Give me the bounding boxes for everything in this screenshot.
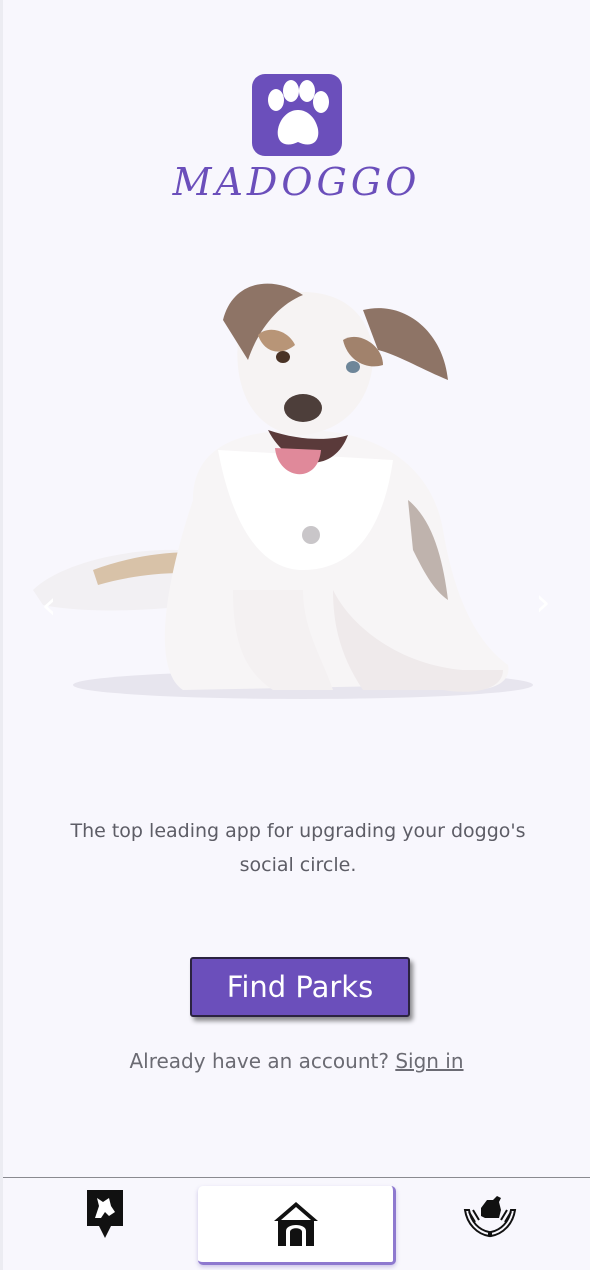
carousel-next-button[interactable]: ›	[530, 572, 556, 632]
brand-name: MADOGGO	[172, 160, 421, 204]
doghouse-icon	[273, 1202, 318, 1246]
hero-carousel[interactable]: ‹ ›	[3, 270, 590, 720]
hero-dog-image	[33, 283, 533, 699]
carousel-prev-button[interactable]: ‹	[36, 575, 62, 635]
dog-care-hands-icon	[463, 1196, 517, 1238]
bottom-tab-bar	[3, 1177, 590, 1270]
tab-home[interactable]	[198, 1186, 396, 1265]
paw-icon	[251, 74, 342, 156]
welcome-screen: MADOGGO ‹ › The top leading app for upgr…	[0, 0, 590, 1270]
find-parks-button[interactable]: Find Parks	[190, 957, 410, 1017]
signin-prompt: Already have an account? Sign in	[3, 1049, 590, 1073]
tab-dog-care[interactable]	[459, 1184, 521, 1246]
tagline: The top leading app for upgrading your d…	[70, 820, 526, 876]
tab-parks[interactable]	[75, 1184, 135, 1244]
signin-prompt-text: Already have an account?	[129, 1049, 389, 1073]
dog-park-pin-icon	[87, 1190, 123, 1238]
app-logo	[3, 74, 590, 156]
sign-in-link[interactable]: Sign in	[395, 1049, 463, 1073]
